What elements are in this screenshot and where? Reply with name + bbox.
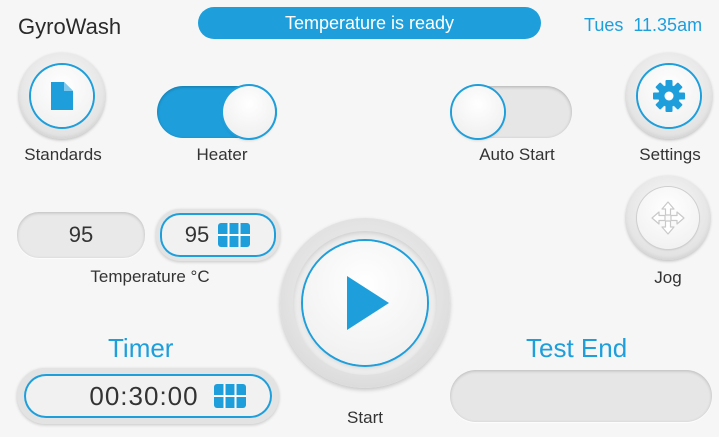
jog-button[interactable] [626, 176, 710, 260]
jog-label: Jog [654, 268, 682, 287]
test-end-title: Test End [526, 333, 628, 363]
temperature-current-field: 95 [17, 212, 145, 258]
standards-button-face[interactable] [31, 65, 93, 127]
keypad-icon[interactable] [217, 222, 251, 248]
auto-start-toggle-knob[interactable] [452, 86, 504, 138]
start-label: Start [347, 408, 383, 427]
timer-value: 00:30:00 [89, 380, 199, 411]
keypad-icon[interactable] [213, 383, 247, 409]
clock: Tues 11.35am [584, 15, 702, 36]
start-button-ring[interactable] [293, 231, 437, 375]
gear-icon [653, 80, 685, 112]
settings-label: Settings [639, 145, 701, 164]
app-title: GyroWash [18, 14, 122, 39]
clock-time: 11.35am [633, 15, 703, 35]
play-icon [347, 276, 389, 330]
temperature-setpoint-input[interactable]: 95 [160, 213, 276, 257]
start-button[interactable] [280, 218, 450, 388]
move-arrows-icon [651, 201, 685, 235]
temperature-setpoint-field[interactable]: 95 [156, 209, 280, 261]
timer-title: Timer [108, 333, 174, 363]
test-end-field [450, 370, 712, 422]
clock-day: Tues [584, 15, 624, 35]
heater-toggle[interactable] [157, 86, 277, 138]
temperature-label: Temperature °C [90, 267, 210, 286]
standards-button[interactable] [19, 53, 105, 139]
settings-button-face[interactable] [638, 65, 700, 127]
standards-label: Standards [24, 145, 102, 164]
auto-start-label: Auto Start [479, 145, 555, 164]
auto-start-toggle[interactable] [452, 86, 572, 138]
temperature-current-value: 95 [68, 222, 94, 247]
heater-label: Heater [196, 145, 248, 164]
temperature-setpoint-value: 95 [184, 222, 210, 247]
timer-input[interactable]: 00:30:00 [24, 374, 272, 418]
heater-toggle-knob[interactable] [223, 86, 275, 138]
jog-button-face[interactable] [637, 187, 699, 249]
document-icon [51, 82, 73, 110]
status-banner: Temperature is ready [198, 7, 541, 39]
timer-field[interactable]: 00:30:00 [17, 368, 279, 424]
start-button-face[interactable] [303, 241, 427, 365]
settings-button[interactable] [626, 53, 712, 139]
status-message: Temperature is ready [284, 12, 455, 33]
